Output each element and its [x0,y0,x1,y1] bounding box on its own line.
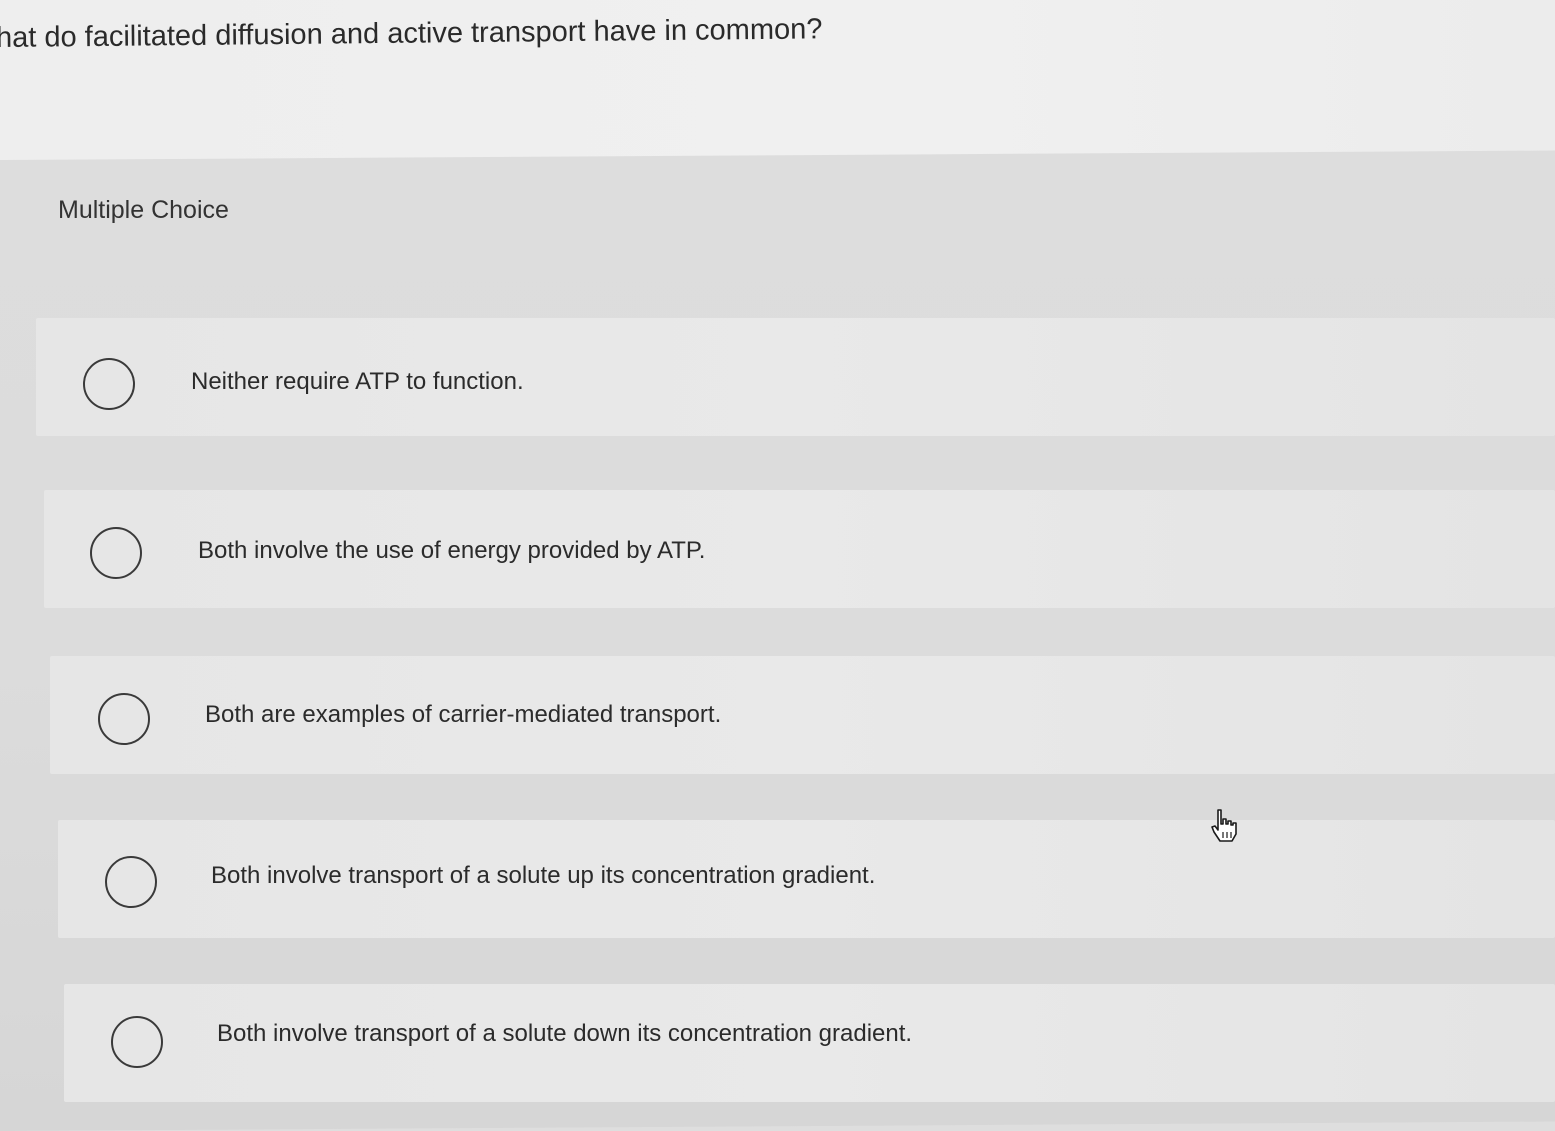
choice-label: Both are examples of carrier-mediated tr… [205,701,722,728]
choice-option-1[interactable]: Neither require ATP to function. [36,318,1555,436]
choice-label: Both involve transport of a solute up it… [211,862,876,889]
section-label: Multiple Choice [58,196,229,224]
choice-option-5[interactable]: Both involve transport of a solute down … [64,984,1555,1102]
choice-label: Neither require ATP to function. [191,368,524,395]
radio-icon[interactable] [105,856,157,908]
radio-icon[interactable] [98,693,150,745]
choice-option-3[interactable]: Both are examples of carrier-mediated tr… [50,656,1555,774]
hand-pointer-icon [1211,809,1237,842]
choice-label: Both involve transport of a solute down … [217,1020,913,1047]
question-header: hat do facilitated diffusion and active … [0,0,1555,160]
radio-icon[interactable] [90,527,142,579]
choice-label: Both involve the use of energy provided … [198,537,706,564]
radio-icon[interactable] [111,1016,163,1068]
choice-option-4[interactable]: Both involve transport of a solute up it… [58,820,1555,938]
radio-icon[interactable] [83,358,135,410]
choice-option-2[interactable]: Both involve the use of energy provided … [44,490,1555,608]
question-text: hat do facilitated diffusion and active … [0,13,823,54]
